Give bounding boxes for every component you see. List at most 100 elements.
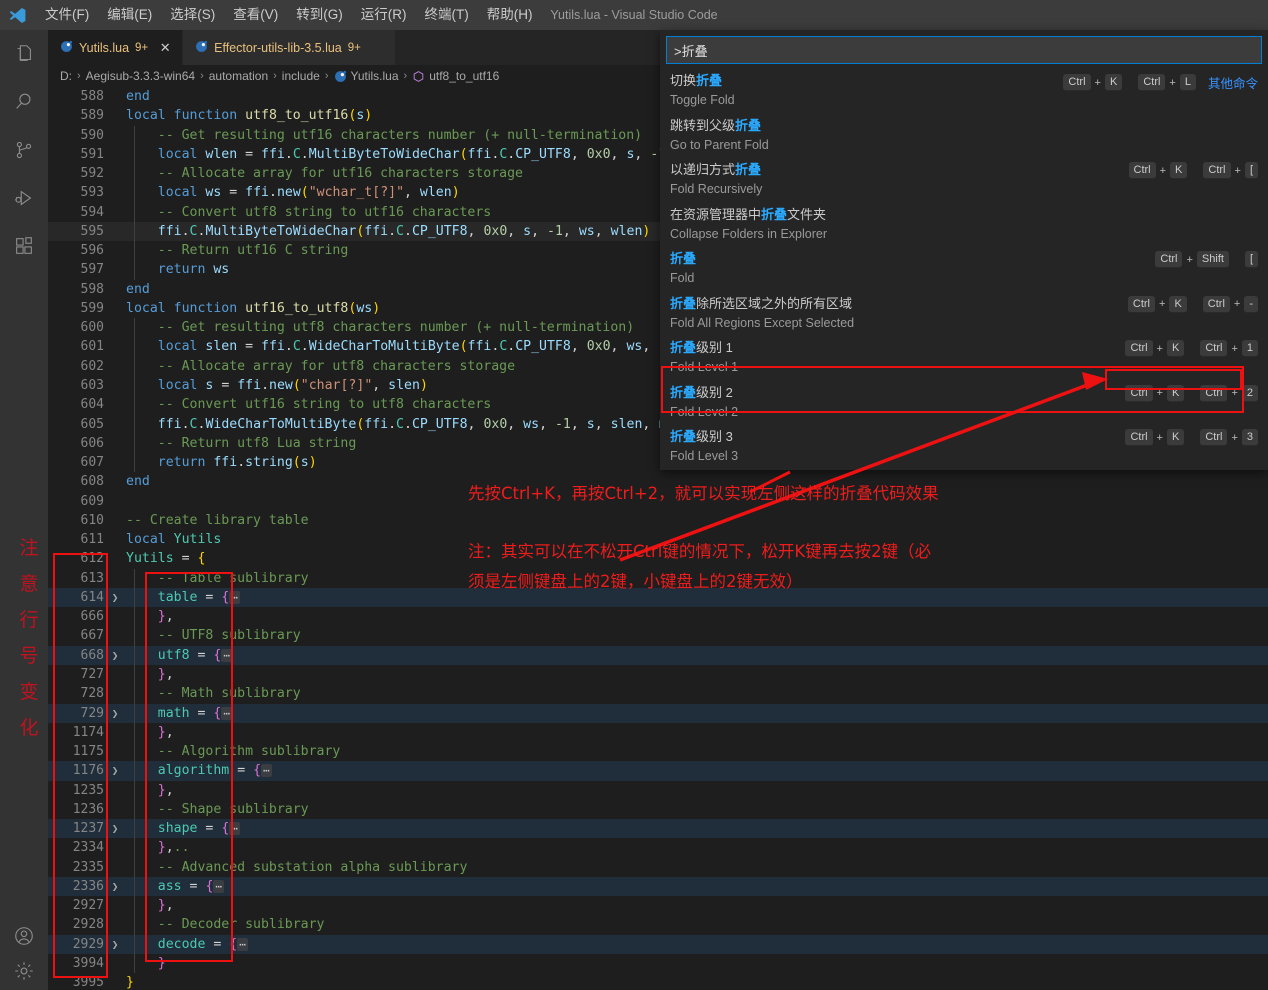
code-line[interactable]: 729 ❯ math = {⋯ (48, 703, 1268, 723)
code-line[interactable]: 1237 ❯ shape = {⋯ (48, 819, 1268, 839)
palette-item-subtitle: Toggle Fold (670, 93, 735, 107)
breadcrumb-item-6[interactable]: utf8_to_utf16 (412, 69, 499, 83)
palette-item-1[interactable]: 切换折叠 Toggle Fold Ctrl + K Ctrl + L 其他命令 (660, 68, 1268, 113)
key-plus: + (1234, 164, 1241, 177)
annotation-vertical-char: 变 (19, 681, 39, 703)
code-line[interactable]: 727 }, (48, 664, 1268, 685)
fold-chevron-icon[interactable]: ❯ (108, 761, 122, 780)
breadcrumb-item-1[interactable]: D: (60, 69, 72, 83)
palette-item-7[interactable]: 折叠级别 1 Fold Level 1 Ctrl + K Ctrl +1 (660, 335, 1268, 380)
breadcrumb-item-2[interactable]: Aegisub-3.3.3-win64 (86, 69, 195, 83)
code-text: }, (157, 609, 174, 625)
key-cap: Ctrl (1125, 384, 1153, 402)
code-line[interactable]: 2335 -- Advanced substation alpha sublib… (48, 857, 1268, 877)
code-text: } (157, 955, 166, 971)
code-text: -- Decoder sublibrary (157, 917, 325, 933)
fold-chevron-icon[interactable]: ❯ (108, 819, 122, 838)
palette-match-highlight: 折叠 (761, 206, 788, 222)
line-number: 2336 (72, 878, 104, 894)
key-plus: + (1159, 164, 1167, 177)
key-cap: K (1166, 384, 1185, 402)
editor-tab-1[interactable]: Yutils.lua 9+ ✕ (48, 30, 184, 65)
palette-item-3[interactable]: 以递归方式折叠 Fold Recursively Ctrl + K Ctrl +[ (660, 157, 1268, 202)
palette-results-list[interactable]: 切换折叠 Toggle Fold Ctrl + K Ctrl + L 其他命令 跳转到父级折叠 Go… (660, 68, 1268, 468)
palette-input-wrap (660, 30, 1268, 68)
code-line[interactable]: 2929 ❯ decode = {⋯ (48, 934, 1268, 954)
key-cap: K (1166, 340, 1185, 357)
menu-run[interactable]: 运行(R) (352, 4, 416, 26)
palette-match-highlight: 折叠 (735, 117, 762, 133)
code-line[interactable]: 1175 -- Algorithm sublibrary (48, 742, 1268, 762)
code-line[interactable]: 1176 ❯ algorithm = {⋯ (48, 761, 1268, 781)
code-line[interactable]: 2928 -- Decoder sublibrary (48, 915, 1268, 935)
run-and-debug-icon[interactable] (0, 174, 48, 222)
menu-edit[interactable]: 编辑(E) (98, 4, 161, 26)
palette-item-subtitle: Fold Level 3 (670, 449, 739, 463)
code-line[interactable]: 1236 -- Shape sublibrary (48, 799, 1268, 820)
palette-item-2[interactable]: 跳转到父级折叠 Go to Parent Fold (660, 113, 1268, 158)
annotation-vertical-note: 注意行号变化 (16, 530, 42, 746)
palette-item-5[interactable]: 折叠 Fold Ctrl + Shift [ (660, 246, 1268, 291)
breadcrumb-item-4[interactable]: include (282, 69, 320, 83)
fold-chevron-icon[interactable]: ❯ (108, 588, 122, 607)
command-palette[interactable]: 切换折叠Toggle FoldCtrl+KCtrl+L其他命令跳转到父级折叠Go… (660, 30, 1268, 470)
menu-file[interactable]: 文件(F) (36, 4, 98, 26)
annotation-vertical-char: 注 (19, 537, 39, 559)
key-plus: + (1156, 387, 1163, 399)
fold-chevron-icon[interactable]: ❯ (108, 935, 122, 954)
tab-close-icon[interactable]: ✕ (158, 40, 172, 56)
palette-item-8[interactable]: 折叠级别 2 Fold Level 2 Ctrl + K Ctrl +2 (660, 379, 1268, 424)
fold-chevron-icon[interactable]: ❯ (108, 646, 122, 665)
code-text: -- Return utf16 C string (157, 243, 349, 259)
menu-view[interactable]: 查看(V) (224, 4, 287, 26)
line-number: 2334 (72, 840, 104, 856)
code-line[interactable]: 668 ❯ utf8 = {⋯ (48, 645, 1268, 665)
code-text: utf8 = {⋯ (157, 647, 232, 663)
menu-selection[interactable]: 选择(S) (161, 4, 224, 26)
code-line[interactable]: 667 -- UTF8 sublibrary (48, 626, 1268, 646)
extensions-icon[interactable] (0, 222, 48, 270)
editor-tab-2[interactable]: Effector-utils-lib-3.5.lua 9+ (183, 30, 396, 65)
code-line[interactable]: 610 -- Create library table (48, 511, 1268, 530)
key-cap: Ctrl (1128, 162, 1156, 179)
code-text: local wlen = ffi.C.MultiByteToWideChar(f… (157, 146, 674, 162)
search-icon[interactable] (0, 78, 48, 126)
code-line[interactable]: 1174 }, (48, 722, 1268, 743)
palette-item-4[interactable]: 在资源管理器中折叠文件夹 Collapse Folders in Explorer (660, 202, 1268, 247)
code-line[interactable]: 2336 ❯ ass = {⋯ (48, 876, 1268, 897)
code-line[interactable]: 3995} (48, 973, 1268, 990)
code-line[interactable]: 666 }, (48, 607, 1268, 627)
files-explorer-icon[interactable] (0, 30, 48, 78)
menu-go[interactable]: 转到(G) (287, 4, 352, 26)
code-line[interactable]: 2927 }, (48, 896, 1268, 916)
code-text: -- Allocate array for utf8 characters st… (157, 358, 516, 374)
code-text: ffi.C.MultiByteToWideChar(ffi.C.CP_UTF8,… (157, 223, 651, 239)
code-line[interactable]: 2334 },.. (48, 838, 1268, 858)
source-control-icon[interactable] (0, 126, 48, 174)
line-number: 588 (80, 89, 104, 104)
code-line[interactable]: 1235 }, (48, 780, 1268, 800)
settings-gear-icon[interactable] (0, 960, 48, 990)
code-line[interactable]: 3994 } (48, 953, 1268, 974)
palette-item-9[interactable]: 折叠级别 3 Fold Level 3 Ctrl + K Ctrl +3 (660, 424, 1268, 468)
line-number: 597 (80, 262, 104, 278)
palette-item-title: 在资源管理器中折叠文件夹 (670, 206, 827, 222)
palette-keybinding: Ctrl + K Ctrl +[ (1128, 162, 1258, 179)
account-icon[interactable] (0, 912, 48, 960)
menu-terminal[interactable]: 终端(T) (416, 4, 478, 26)
palette-item-6[interactable]: 折叠除所选区域之外的所有区域 Fold All Regions Except Se… (660, 291, 1268, 336)
breadcrumb-item-5[interactable]: Yutils.lua (334, 69, 399, 83)
palette-search-input[interactable] (666, 36, 1262, 64)
menu-help[interactable]: 帮助(H) (478, 4, 542, 26)
palette-match-highlight: 折叠 (670, 384, 697, 400)
palette-more-commands-link[interactable]: 其他命令 (1208, 73, 1258, 92)
line-number: 598 (80, 281, 104, 297)
palette-keybinding: Ctrl + K Ctrl +2 (1125, 384, 1258, 402)
code-text: math = {⋯ (157, 705, 232, 721)
breadcrumb-item-3[interactable]: automation (209, 69, 268, 83)
fold-chevron-icon[interactable]: ❯ (108, 877, 122, 896)
code-text: decode = {⋯ (157, 936, 248, 952)
code-line[interactable]: 728 -- Math sublibrary (48, 684, 1268, 704)
fold-chevron-icon[interactable]: ❯ (108, 704, 122, 723)
line-number: 613 (80, 570, 104, 586)
